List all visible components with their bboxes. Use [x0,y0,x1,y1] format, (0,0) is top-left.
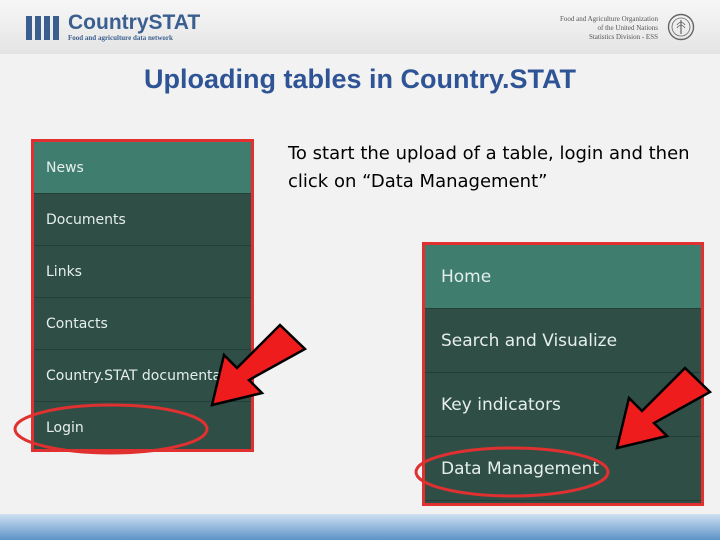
menu-item-label: Search and Visualize [441,330,618,351]
fao-organization-text: Food and Agriculture Organization of the… [458,15,658,42]
menu-item-data-management[interactable]: Data Management [425,437,701,501]
right-navigation-menu: Home Search and Visualize Key indicators… [422,242,704,506]
menu-item-contacts[interactable]: Contacts [34,298,251,350]
org-line: Statistics Division - ESS [588,33,658,41]
footer-bar [0,514,720,540]
org-line: Food and Agriculture Organization [559,15,658,23]
menu-item-label: Key indicators [441,394,561,415]
menu-item-key-indicators[interactable]: Key indicators [425,373,701,437]
menu-item-home[interactable]: Home [425,245,701,309]
menu-item-documents[interactable]: Documents [34,194,251,246]
menu-item-label: Login [46,419,84,436]
header-bar: CountrySTAT Food and agriculture data ne… [0,0,720,54]
logo-subtitle: Food and agriculture data network [68,34,173,42]
menu-item-login[interactable]: Login [34,402,251,449]
menu-item-label: Documents [46,211,126,228]
menu-item-search-visualize[interactable]: Search and Visualize [425,309,701,373]
menu-item-label: Links [46,263,82,280]
instruction-text: To start the upload of a table, login an… [288,143,690,192]
menu-item-label: Home [441,266,492,287]
fao-emblem-icon [667,13,695,41]
menu-item-news[interactable]: News [34,142,251,194]
countrystat-logo-icon [26,16,62,40]
menu-item-links[interactable]: Links [34,246,251,298]
menu-item-label: Contacts [46,315,108,332]
left-navigation-menu: News Documents Links Contacts Country.ST… [31,139,254,452]
menu-item-label: Country.STAT documentation [46,367,248,384]
slide-title: Uploading tables in Country.STAT [144,64,576,94]
org-line: of the United Nations [597,24,658,32]
menu-item-documentation[interactable]: Country.STAT documentation [34,350,251,402]
menu-item-label: Data Management [441,458,599,479]
menu-item-label: News [46,159,84,176]
logo-title: CountrySTAT [68,11,201,34]
